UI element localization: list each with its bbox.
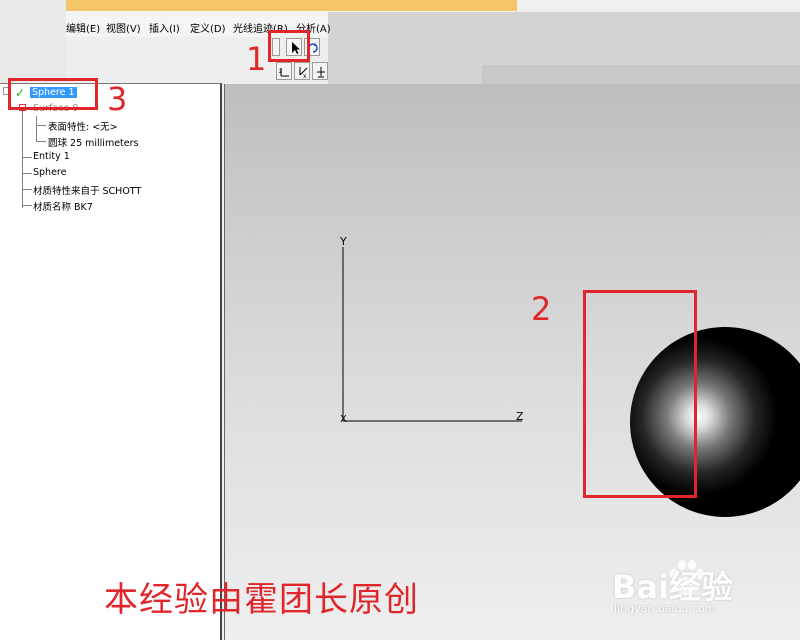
- axis-triad: Y Z X: [339, 235, 524, 425]
- annotation-number-1: 1: [246, 40, 267, 78]
- author-watermark: 本经验由霍团长原创: [104, 580, 419, 620]
- menu-view[interactable]: 视图(V): [106, 20, 141, 35]
- tree-connector: [22, 108, 23, 208]
- axis-zx-icon: z: [279, 68, 289, 77]
- annotation-box-1: [268, 30, 310, 62]
- menu-edit[interactable]: 编辑(E): [66, 20, 100, 35]
- svg-text:x: x: [303, 73, 307, 80]
- annotation-number-3: 3: [107, 80, 128, 118]
- view-yx-button[interactable]: x: [294, 62, 310, 80]
- svg-text:z: z: [279, 68, 282, 75]
- tree-connector: [22, 157, 32, 158]
- menu-insert[interactable]: 插入(I): [149, 20, 180, 35]
- annotation-box-2: [583, 290, 697, 498]
- y-axis-label: Y: [339, 235, 347, 248]
- tree-connector: [22, 173, 32, 174]
- tree-item-material-source[interactable]: 材质特性来自于 SCHOTT: [33, 183, 141, 197]
- z-axis-label: Z: [516, 410, 524, 423]
- view-zy-button[interactable]: [312, 62, 328, 80]
- object-tree-panel: ✓ Sphere 1 Surface 0 表面特性: <无> 圆球 25 mil…: [0, 83, 222, 640]
- menu-define[interactable]: 定义(D): [190, 20, 226, 35]
- tree-connector: [36, 125, 46, 126]
- tree-item-material-name[interactable]: 材质名称 BK7: [33, 199, 93, 213]
- x-axis-label: X: [340, 414, 347, 425]
- view-zx-button[interactable]: z: [276, 62, 292, 80]
- tree-item-surface-shape[interactable]: 圆球 25 millimeters: [48, 135, 138, 149]
- tree-item-sphere[interactable]: Sphere: [33, 167, 66, 178]
- annotation-box-3: [8, 78, 98, 110]
- tree-connector: [22, 205, 32, 206]
- top-left-area: [0, 0, 66, 90]
- tree-item-surface-property[interactable]: 表面特性: <无>: [48, 119, 118, 133]
- axis-zy-icon: [317, 67, 325, 78]
- axis-yx-icon: x: [299, 67, 308, 80]
- baidu-url: jingyan.baidu.com: [614, 602, 716, 615]
- tree-connector: [36, 141, 46, 142]
- annotation-number-2: 2: [531, 290, 552, 328]
- tree-connector: [36, 116, 37, 142]
- tree-item-entity-1[interactable]: Entity 1: [33, 151, 70, 162]
- title-strip: [66, 0, 517, 11]
- tree-connector: [22, 189, 32, 190]
